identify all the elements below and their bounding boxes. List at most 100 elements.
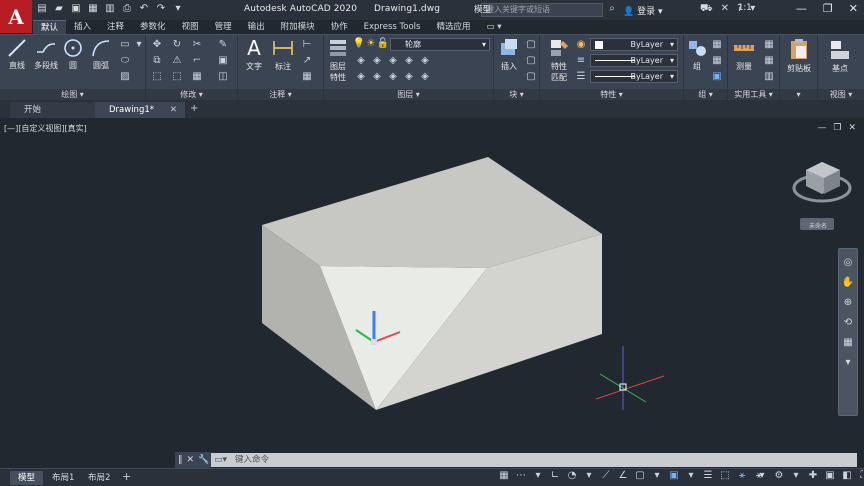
fillet-icon[interactable]: ⌐ bbox=[190, 55, 204, 67]
group-edit-icon[interactable]: ▦ bbox=[710, 55, 724, 67]
edit-block-icon[interactable]: ▢ bbox=[524, 55, 538, 67]
edit-attr-icon[interactable]: ▢ bbox=[524, 71, 538, 83]
text-tool[interactable]: A 文字 bbox=[242, 37, 266, 72]
undo-icon[interactable]: ↶ bbox=[138, 3, 150, 15]
isolate-icon[interactable]: ◧ bbox=[841, 470, 853, 482]
snap-dropdown-icon[interactable]: ▾ bbox=[532, 470, 544, 482]
stretch-icon[interactable]: ⬚ bbox=[150, 71, 164, 83]
create-block-icon[interactable]: ▢ bbox=[524, 39, 538, 51]
steering-wheel-icon[interactable]: ◎ bbox=[841, 257, 855, 269]
color-select[interactable]: ByLayer ▾ bbox=[590, 38, 678, 51]
layer-tool-3-icon[interactable]: ◈ bbox=[386, 55, 400, 67]
move-icon[interactable]: ✥ bbox=[150, 39, 164, 51]
tab-parametric[interactable]: 参数化 bbox=[132, 20, 174, 34]
layer-select[interactable]: 轮廓 ▾ bbox=[390, 38, 490, 51]
polar-dropdown-icon[interactable]: ▾ bbox=[583, 470, 595, 482]
osnap-icon[interactable]: ▢ bbox=[634, 470, 646, 482]
dynamic-input-icon[interactable]: ▣ bbox=[668, 470, 680, 482]
insert-block-tool[interactable]: 插入 bbox=[496, 37, 522, 72]
circle-tool[interactable]: 圆 bbox=[62, 38, 84, 71]
rotate-icon[interactable]: ↻ bbox=[170, 39, 184, 51]
file-tab-drawing1[interactable]: Drawing1* ✕ bbox=[95, 102, 185, 118]
settings-icon[interactable]: ⚙ bbox=[773, 470, 785, 482]
leader-icon[interactable]: ↗ bbox=[300, 55, 314, 67]
close-cmd-icon[interactable]: ✕ bbox=[187, 455, 195, 465]
add-layout-icon[interactable]: + bbox=[122, 470, 131, 483]
line-tool[interactable]: 直线 bbox=[6, 38, 28, 71]
scale-dropdown-icon[interactable]: ▾ bbox=[756, 470, 768, 482]
search-input[interactable]: 键入关键字或短语 bbox=[481, 3, 603, 17]
layer-tool-7-icon[interactable]: ◈ bbox=[370, 71, 384, 83]
table-icon[interactable]: ▦ bbox=[300, 71, 314, 83]
list-icon[interactable]: ☰ bbox=[574, 71, 588, 83]
model-space-label[interactable]: 模型 bbox=[474, 3, 491, 15]
tab-addins[interactable]: 附加模块 bbox=[273, 20, 323, 34]
isodraft-icon[interactable]: ⟋ bbox=[600, 470, 612, 482]
array-icon[interactable]: ▦ bbox=[190, 71, 204, 83]
layout-tab-2[interactable]: 布局2 bbox=[80, 471, 118, 485]
layer-tool-6-icon[interactable]: ◈ bbox=[354, 71, 368, 83]
close-icon[interactable]: ✕ bbox=[849, 2, 858, 15]
maximize-icon[interactable]: ❐ bbox=[823, 2, 833, 15]
file-tab-start[interactable]: 开始 bbox=[10, 102, 98, 118]
layer-tool-4-icon[interactable]: ◈ bbox=[402, 55, 416, 67]
layer-properties-tool[interactable]: 图层 特性 bbox=[326, 37, 350, 83]
ungroup-icon[interactable]: ▦ bbox=[710, 39, 724, 51]
paste-tool[interactable]: 剪贴板 bbox=[782, 37, 816, 74]
tab-output[interactable]: 输出 bbox=[240, 20, 273, 34]
layer-tool-5-icon[interactable]: ◈ bbox=[418, 55, 432, 67]
measure-tool[interactable]: 测量 bbox=[730, 37, 758, 72]
layer-tool-1-icon[interactable]: ◈ bbox=[354, 55, 368, 67]
navbar-menu-icon[interactable]: ▾ bbox=[841, 357, 855, 369]
search-icon[interactable]: ⌕ bbox=[605, 3, 619, 17]
grip-icon[interactable]: ‖ bbox=[178, 455, 183, 465]
layout-tab-1[interactable]: 布局1 bbox=[44, 471, 82, 485]
explode-icon[interactable]: ▣ bbox=[216, 55, 230, 67]
redo-icon[interactable]: ↷ bbox=[155, 3, 167, 15]
arc-tool[interactable]: 圆弧 bbox=[90, 38, 112, 71]
tab-insert[interactable]: 插入 bbox=[66, 20, 99, 34]
viewcube[interactable] bbox=[792, 162, 852, 230]
qa-dropdown-icon[interactable]: ▾ bbox=[172, 3, 184, 15]
color-wheel-icon[interactable]: ◉ bbox=[574, 39, 588, 51]
polar-icon[interactable]: ◔ bbox=[566, 470, 578, 482]
linetype-select[interactable]: ByLayer ▾ bbox=[590, 70, 678, 83]
polyline-tool[interactable]: 多段线 bbox=[32, 38, 60, 71]
new-file-icon[interactable]: ▤ bbox=[36, 3, 48, 15]
customize-icon[interactable]: 🔧 bbox=[198, 455, 209, 465]
settings-dropdown-icon[interactable]: ▾ bbox=[790, 470, 802, 482]
hatch-icon[interactable]: ▨ bbox=[118, 71, 132, 83]
pan-icon[interactable]: ✋ bbox=[841, 277, 855, 289]
hardware-accel-icon[interactable]: ▣ bbox=[824, 470, 836, 482]
annotation-scale-value[interactable]: 1:1 bbox=[738, 3, 752, 13]
layer-tool-2-icon[interactable]: ◈ bbox=[370, 55, 384, 67]
cart-icon[interactable]: ⛟ bbox=[700, 3, 713, 16]
dynamic-dropdown-icon[interactable]: ▾ bbox=[685, 470, 697, 482]
rect-dropdown-icon[interactable]: ▾ bbox=[132, 39, 146, 51]
layer-tool-10-icon[interactable]: ◈ bbox=[418, 71, 432, 83]
workspace-icon[interactable]: ✚ bbox=[807, 470, 819, 482]
tab-express-tools[interactable]: Express Tools bbox=[356, 20, 429, 34]
exchange-icon[interactable]: ✕ bbox=[721, 3, 729, 16]
tab-home[interactable]: 默认 bbox=[33, 20, 67, 34]
layout-tab-model[interactable]: 模型 bbox=[10, 471, 44, 485]
osnap-dropdown-icon[interactable]: ▾ bbox=[651, 470, 663, 482]
new-tab-icon[interactable]: + bbox=[190, 103, 198, 114]
showmotion-icon[interactable]: ▦ bbox=[841, 337, 855, 349]
command-input[interactable]: 键入命令 bbox=[211, 453, 857, 467]
drawing-viewport[interactable]: [—][自定义视图][真实] — ❐ ✕ 未命名 bbox=[0, 118, 864, 452]
tab-view[interactable]: 视图 bbox=[174, 20, 207, 34]
zoom-icon[interactable]: ⊕ bbox=[841, 297, 855, 309]
dimension-tool[interactable]: 标注 bbox=[270, 37, 296, 72]
linetype-icon[interactable]: ≡ bbox=[574, 55, 588, 67]
save-icon[interactable]: ▣ bbox=[70, 3, 82, 15]
open-file-icon[interactable]: ▰ bbox=[53, 3, 65, 15]
orbit-icon[interactable]: ⟲ bbox=[841, 317, 855, 329]
utility-2-icon[interactable]: ▦ bbox=[762, 55, 776, 67]
command-prompt-icon[interactable]: ▭▾ bbox=[214, 455, 227, 465]
viewcube-label[interactable]: 未命名 bbox=[803, 221, 833, 230]
offset-icon[interactable]: ◫ bbox=[216, 71, 230, 83]
grid-icon[interactable]: ▦ bbox=[498, 470, 510, 482]
group-select-icon[interactable]: ▣ bbox=[710, 71, 724, 83]
save-as-icon[interactable]: ▦ bbox=[87, 3, 99, 15]
